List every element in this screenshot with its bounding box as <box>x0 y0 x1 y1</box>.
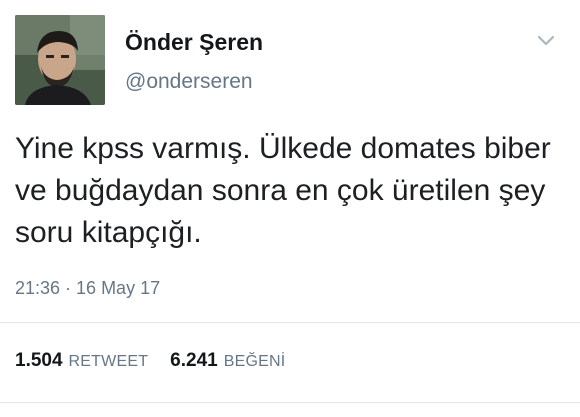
tweet-header: Önder Şeren @onderseren <box>15 15 565 107</box>
like-label: BEĞENİ <box>223 353 286 370</box>
chevron-down-icon[interactable] <box>535 29 557 51</box>
tweet-stats: 1.504 RETWEET 6.241 BEĞENİ <box>15 350 285 372</box>
avatar-image <box>15 15 105 105</box>
divider <box>0 402 580 403</box>
tweet-card: Önder Şeren @onderseren Yine kpss varmış… <box>0 0 580 417</box>
avatar[interactable] <box>15 15 105 105</box>
display-name[interactable]: Önder Şeren <box>125 29 263 56</box>
retweet-label: RETWEET <box>68 353 149 370</box>
retweet-stat[interactable]: 1.504 RETWEET <box>15 350 148 372</box>
tweet-timestamp[interactable]: 21:36 · 16 May 17 <box>15 278 160 299</box>
divider <box>0 322 580 323</box>
username[interactable]: @onderseren <box>125 70 253 94</box>
tweet-text: Yine kpss varmış. Ülkede domates biber v… <box>15 132 551 249</box>
retweet-count: 1.504 <box>15 350 63 371</box>
like-stat[interactable]: 6.241 BEĞENİ <box>170 350 285 372</box>
like-count: 6.241 <box>170 350 218 371</box>
